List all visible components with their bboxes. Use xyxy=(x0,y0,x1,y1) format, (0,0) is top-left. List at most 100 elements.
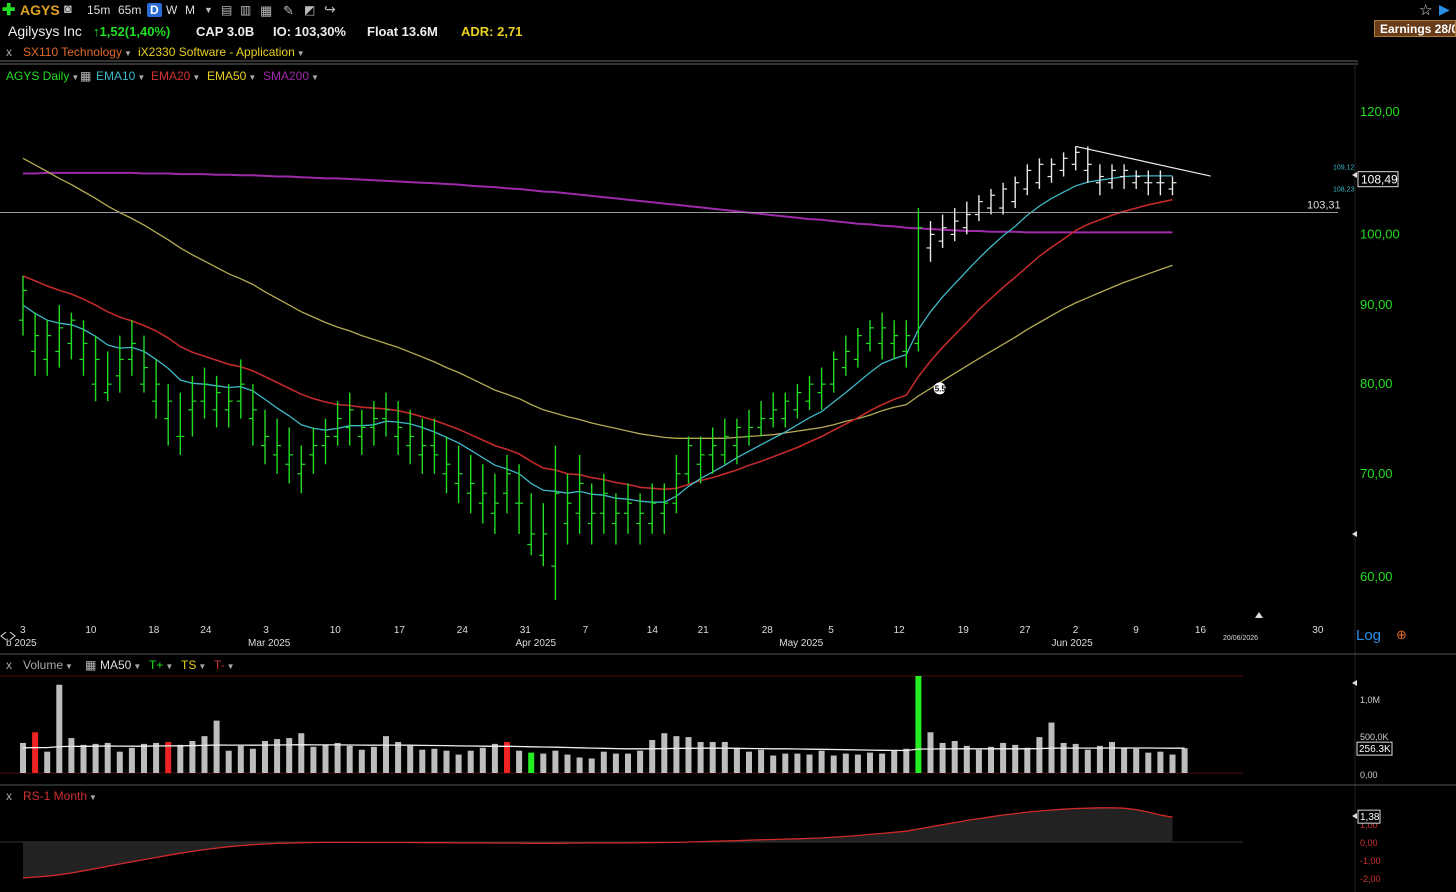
volume-bar xyxy=(479,747,486,773)
rs-tick-label: -1,00 xyxy=(1360,856,1381,866)
x-tick-label: 14 xyxy=(647,625,659,636)
volume-bar xyxy=(1060,742,1067,773)
x-tick-label: 16 xyxy=(1195,625,1207,636)
rs-current-label: 1,38 xyxy=(1360,812,1380,823)
rs-panel-plot: 1,000,00-1,00-2,001,38 xyxy=(0,807,1381,884)
volume-bar xyxy=(891,750,898,773)
volume-tminus[interactable]: T- ▼ xyxy=(214,658,235,672)
volume-bar xyxy=(927,732,934,773)
x-tick-label: 24 xyxy=(457,625,469,636)
volume-bar xyxy=(806,754,813,773)
volume-bar xyxy=(1036,737,1043,773)
sma200-line xyxy=(23,171,1173,234)
volume-bar xyxy=(68,738,75,773)
volume-title[interactable]: Volume ▼ xyxy=(23,658,73,672)
volume-bar xyxy=(298,733,305,773)
x-tick-label: 30 xyxy=(1312,625,1324,636)
volume-ma-label: MA50 xyxy=(100,658,132,672)
volume-close-icon[interactable]: x xyxy=(6,658,12,672)
rs-close-icon[interactable]: x xyxy=(6,789,12,803)
volume-bar xyxy=(455,754,462,773)
ema10-tag-label: 109,12 xyxy=(1333,165,1355,172)
volume-bar xyxy=(1169,754,1176,773)
x-tick-label: 7 xyxy=(583,625,589,636)
x-month-label: Apr 2025 xyxy=(515,638,556,649)
volume-ma[interactable]: MA50 ▼ xyxy=(100,658,141,672)
current-date-marker-icon xyxy=(1255,612,1263,618)
volume-tplus[interactable]: T+ ▼ xyxy=(149,658,173,672)
x-tick-label: 18 xyxy=(148,625,160,636)
volume-bar xyxy=(758,749,765,773)
volume-bar xyxy=(818,750,825,773)
volume-bar xyxy=(939,742,946,773)
volume-bar xyxy=(830,755,837,773)
x-axis: 3 10 18 24 3 10 17 24 31 7 14 21 28 5 12 19 27 2 9 16 30b 20… xyxy=(0,612,1324,649)
x-tick-label: 10 xyxy=(85,625,97,636)
volume-bar xyxy=(842,753,849,773)
price-chart[interactable]: 120,00100,0090,0080,0070,0060,00103,315.… xyxy=(0,0,1456,892)
volume-bar xyxy=(528,752,535,773)
x-month-label: Mar 2025 xyxy=(248,638,291,649)
volume-bar xyxy=(213,720,220,773)
x-month-label: Jun 2025 xyxy=(1052,638,1094,649)
price-tick-label: 120,00 xyxy=(1360,104,1400,119)
volume-bar xyxy=(975,749,982,773)
volume-bar xyxy=(262,740,268,773)
volume-bar xyxy=(177,744,184,773)
volume-bar xyxy=(854,754,861,773)
log-scale-toggle[interactable]: Log xyxy=(1356,627,1381,644)
volume-bar xyxy=(80,744,87,773)
volume-bar xyxy=(1121,747,1128,773)
x-tick-label: 9 xyxy=(1133,625,1139,636)
volume-grid-icon[interactable]: ▦ xyxy=(85,658,96,672)
volume-bar xyxy=(951,740,958,773)
volume-bar xyxy=(625,753,631,773)
x-tick-label: 17 xyxy=(394,625,406,636)
volume-bar xyxy=(612,753,619,773)
volume-bar xyxy=(334,742,341,773)
volume-bar xyxy=(1157,751,1164,773)
x-tick-label: 21 xyxy=(698,625,710,636)
volume-bar xyxy=(770,755,777,773)
volume-bar xyxy=(588,758,595,773)
volume-bar xyxy=(1096,745,1103,773)
volume-bar xyxy=(1000,742,1007,773)
volume-bar xyxy=(1145,752,1152,773)
volume-bar xyxy=(370,746,377,773)
volume-bar xyxy=(274,739,281,773)
volume-bar xyxy=(673,736,680,773)
volume-bar xyxy=(649,740,656,773)
volume-bar xyxy=(346,745,353,773)
x-tick-label: 28 xyxy=(762,625,774,636)
rs-title[interactable]: RS-1 Month ▼ xyxy=(23,789,97,803)
volume-bar xyxy=(407,745,414,773)
volume-bar xyxy=(915,676,922,773)
volume-bar xyxy=(419,749,426,773)
lock-icon[interactable]: ⊕ xyxy=(1396,627,1407,643)
volume-tplus-label: T+ xyxy=(149,658,164,672)
volume-bar xyxy=(721,741,728,773)
volume-ts[interactable]: TS ▼ xyxy=(181,658,206,672)
annotation-label: 5.54 xyxy=(935,384,951,393)
price-tick-label: 70,00 xyxy=(1360,466,1393,481)
x-tick-label: 27 xyxy=(1019,625,1031,636)
price-tick-label: 60,00 xyxy=(1360,569,1393,584)
x-tick-label: 2 xyxy=(1073,625,1079,636)
volume-bar xyxy=(1109,741,1115,773)
volume-ma50-line xyxy=(22,744,1185,752)
volume-bar xyxy=(104,742,111,773)
volume-bar xyxy=(32,732,39,773)
volume-bar xyxy=(165,741,172,773)
volume-bar xyxy=(988,746,994,773)
volume-bar xyxy=(552,750,559,773)
volume-bar xyxy=(491,743,498,773)
x-tick-label: 3 xyxy=(20,625,26,636)
volume-bar xyxy=(794,753,801,773)
volume-bar xyxy=(697,741,704,773)
volume-bar xyxy=(467,750,474,773)
volume-bar xyxy=(540,753,547,773)
volume-bar xyxy=(709,741,716,773)
rs-tick-label: 0,00 xyxy=(1360,838,1378,848)
volume-tick-label: 1,0M xyxy=(1360,695,1380,705)
volume-bar xyxy=(685,737,692,773)
